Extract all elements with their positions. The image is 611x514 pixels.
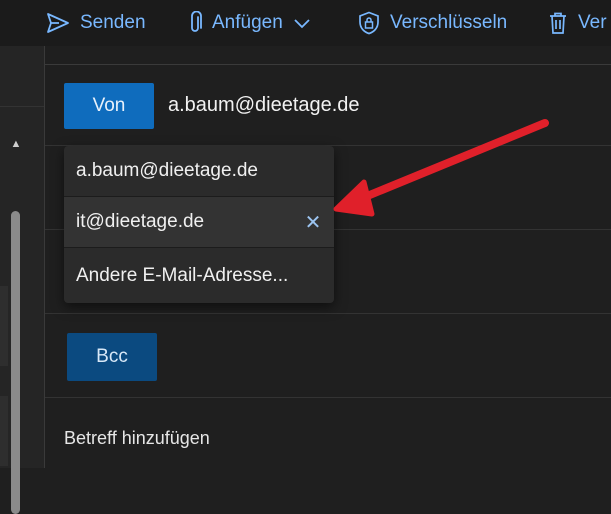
subject-input[interactable]: Betreff hinzufügen [64, 428, 210, 449]
command-toolbar: Senden Anfügen Verschlüsseln Ver [0, 0, 611, 46]
dropdown-item-other-address[interactable]: Andere E-Mail-Adresse... [64, 248, 334, 303]
encrypt-label: Verschlüsseln [390, 12, 508, 33]
message-list-pane: ▲ [0, 46, 45, 514]
bcc-button[interactable]: Bcc [67, 333, 157, 381]
from-address[interactable]: a.baum@dieetage.de [168, 94, 360, 117]
field-divider [45, 313, 611, 314]
shield-lock-icon [359, 11, 379, 35]
pane-divider [0, 106, 44, 107]
field-divider [45, 397, 611, 398]
delete-label: Ver [578, 12, 607, 33]
list-edge-segment [0, 396, 8, 466]
dropdown-item-primary-address[interactable]: a.baum@dieetage.de [64, 146, 334, 197]
dropdown-item-it-address[interactable]: it@dieetage.de ✕ [64, 197, 334, 248]
paperclip-icon [191, 11, 202, 32]
scroll-up-arrow-icon[interactable]: ▲ [9, 138, 23, 150]
dropdown-item-label: a.baum@dieetage.de [76, 160, 258, 181]
from-address-dropdown: a.baum@dieetage.de it@dieetage.de ✕ Ande… [64, 146, 334, 303]
dropdown-item-label: Andere E-Mail-Adresse... [76, 264, 289, 286]
encrypt-button[interactable]: Verschlüsseln [348, 0, 517, 46]
attach-button[interactable]: Anfügen [178, 0, 321, 46]
send-icon [47, 13, 69, 33]
remove-address-close-icon[interactable]: ✕ [304, 210, 322, 235]
dropdown-item-label: it@dieetage.de [76, 211, 205, 232]
delete-button[interactable]: Ver [538, 0, 611, 46]
send-button[interactable]: Senden [36, 0, 156, 46]
scrollbar-thumb[interactable] [11, 211, 20, 514]
from-button[interactable]: Von [64, 83, 154, 129]
attach-label: Anfügen [212, 12, 283, 33]
trash-icon [550, 12, 566, 34]
chevron-down-icon[interactable] [293, 17, 311, 29]
compose-form: Von a.baum@dieetage.de Bcc Betreff hinzu… [45, 64, 611, 469]
list-edge-segment [0, 286, 8, 366]
send-label: Senden [80, 12, 146, 33]
